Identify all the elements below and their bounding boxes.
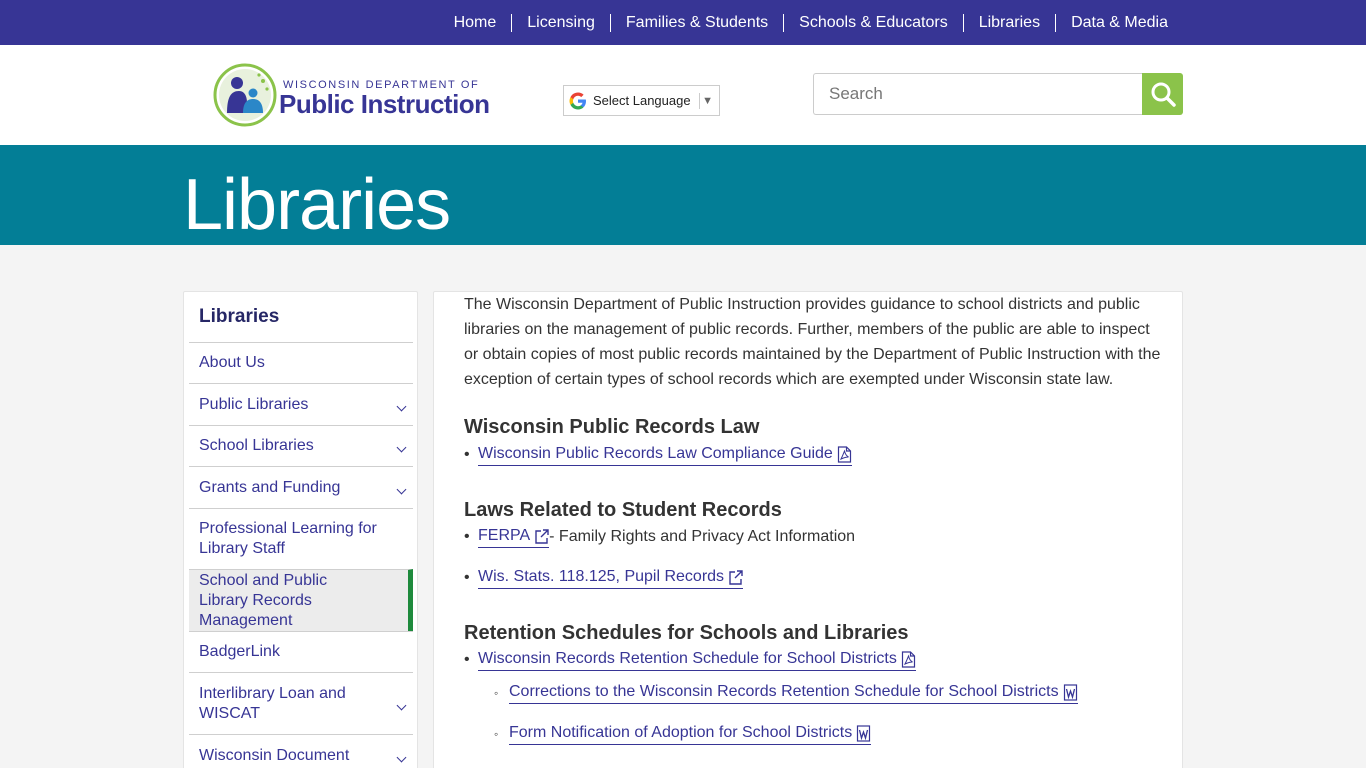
- link-text: Wisconsin Records Retention Schedule for…: [478, 650, 897, 667]
- sidebar-item-label: Professional Learning for Library Staff: [199, 520, 377, 557]
- nav-data-media[interactable]: Data & Media: [1056, 14, 1182, 32]
- sidebar-item-public-libraries[interactable]: Public Libraries: [189, 383, 413, 425]
- nav-home[interactable]: Home: [439, 13, 513, 32]
- list-item: • FERPA - Family Rights and Privacy Act …: [464, 526, 855, 548]
- search-input[interactable]: [813, 73, 1143, 115]
- section-heading-retention-schedules: Retention Schedules for Schools and Libr…: [464, 622, 909, 644]
- word-doc-icon: [857, 724, 871, 742]
- top-navigation-bar: Home Licensing Families & Students Schoo…: [0, 0, 1366, 45]
- external-link-icon: [535, 528, 549, 544]
- chevron-down-icon[interactable]: [396, 442, 407, 453]
- section-heading-student-records: Laws Related to Student Records: [464, 499, 782, 521]
- main-content: The Wisconsin Department of Public Instr…: [433, 291, 1183, 768]
- nav-families-students[interactable]: Families & Students: [611, 13, 785, 32]
- list-item: • Wisconsin Records Retention Schedule f…: [464, 649, 916, 671]
- sidebar-item-about-us[interactable]: About Us: [189, 342, 413, 383]
- sidebar-title[interactable]: Libraries: [199, 306, 279, 328]
- dpi-logo[interactable]: WISCONSIN DEPARTMENT OF Public Instructi…: [213, 63, 493, 127]
- sidebar-item-label: Public Libraries: [199, 395, 309, 413]
- sidebar-item-label: Interlibrary Loan and WISCAT: [199, 684, 346, 722]
- sidebar-item-grants-funding[interactable]: Grants and Funding: [189, 466, 413, 508]
- section-heading-public-records-law: Wisconsin Public Records Law: [464, 416, 760, 438]
- search-icon: [1151, 82, 1176, 107]
- pdf-icon: [837, 445, 851, 463]
- link-adoption-form[interactable]: Form Notification of Adoption for School…: [509, 723, 872, 745]
- link-pupil-records[interactable]: Wis. Stats. 118.125, Pupil Records: [478, 567, 744, 589]
- sidebar-item-label: School Libraries: [199, 437, 314, 454]
- sidebar-nav: Libraries About Us Public Libraries Scho…: [183, 291, 418, 768]
- dpi-emblem-icon: [213, 63, 277, 127]
- list-item: • Wisconsin Public Records Law Complianc…: [464, 444, 852, 466]
- list-item: • Wis. Stats. 118.125, Pupil Records: [464, 567, 744, 589]
- sub-bullet: ◦: [494, 686, 499, 700]
- google-icon: [569, 92, 586, 109]
- word-doc-icon: [1063, 683, 1077, 701]
- list-item: ◦ Corrections to the Wisconsin Records R…: [494, 682, 1078, 704]
- sidebar-item-school-libraries[interactable]: School Libraries: [189, 425, 413, 466]
- page-banner: Libraries: [0, 145, 1366, 245]
- page-title: Libraries: [183, 165, 451, 245]
- nav-licensing[interactable]: Licensing: [512, 13, 611, 32]
- logo-title: Public Instruction: [279, 89, 490, 119]
- language-separator: [698, 92, 700, 109]
- chevron-down-icon[interactable]: [396, 484, 407, 494]
- bullet: •: [464, 651, 470, 668]
- nav-libraries[interactable]: Libraries: [964, 13, 1057, 32]
- link-text: Corrections to the Wisconsin Records Ret…: [509, 683, 1059, 700]
- chevron-down-icon[interactable]: [396, 700, 407, 710]
- sub-bullet: ◦: [494, 727, 499, 741]
- nav-schools-educators[interactable]: Schools & Educators: [784, 13, 964, 32]
- chevron-down-icon[interactable]: [396, 401, 407, 411]
- sidebar-item-badgerlink[interactable]: BadgerLink: [189, 631, 413, 672]
- chevron-down-icon[interactable]: [396, 752, 407, 762]
- link-text: Wis. Stats. 118.125, Pupil Records: [478, 568, 725, 585]
- link-ferpa[interactable]: FERPA: [478, 526, 550, 548]
- sidebar-item-label: About Us: [199, 354, 265, 371]
- intro-paragraph: The Wisconsin Department of Public Instr…: [464, 296, 1161, 388]
- language-selector[interactable]: Select Language ▼: [563, 85, 720, 116]
- sidebar-item-records-management[interactable]: School and Public Library Records Manage…: [189, 569, 413, 631]
- link-compliance-guide[interactable]: Wisconsin Public Records Law Compliance …: [478, 444, 852, 466]
- link-text: FERPA: [478, 527, 531, 544]
- sidebar-item-interlibrary-loan[interactable]: Interlibrary Loan and WISCAT: [189, 672, 413, 734]
- bullet: •: [464, 569, 470, 586]
- top-nav: Home Licensing Families & Students Schoo…: [439, 0, 1182, 45]
- sidebar-item-label: Grants and Funding: [199, 478, 341, 496]
- site-header: WISCONSIN DEPARTMENT OF Public Instructi…: [0, 45, 1366, 145]
- sidebar-item-label: BadgerLink: [199, 643, 280, 660]
- bullet: •: [464, 446, 470, 463]
- sidebar-item-label: School and Public Library Records Manage…: [199, 571, 328, 629]
- search-form: [813, 73, 1183, 115]
- sidebar-item-wisconsin-document[interactable]: Wisconsin Document: [189, 734, 413, 768]
- sidebar-list: About Us Public Libraries School Librari…: [189, 342, 413, 768]
- search-button[interactable]: [1142, 73, 1183, 115]
- pdf-icon: [901, 650, 915, 668]
- sidebar-item-label: Wisconsin Document: [199, 746, 350, 764]
- link-text: Wisconsin Public Records Law Compliance …: [478, 445, 833, 462]
- ferpa-description: - Family Rights and Privacy Act Informat…: [549, 528, 856, 545]
- link-retention-schedule[interactable]: Wisconsin Records Retention Schedule for…: [478, 649, 916, 671]
- language-label: Select Language: [593, 93, 691, 108]
- external-link-icon: [729, 569, 743, 585]
- caret-down-icon: ▼: [702, 94, 713, 107]
- bullet: •: [464, 528, 470, 545]
- list-item: ◦ Form Notification of Adoption for Scho…: [494, 723, 872, 745]
- sidebar-item-professional-learning[interactable]: Professional Learning for Library Staff: [189, 508, 413, 569]
- link-text: Form Notification of Adoption for School…: [509, 724, 853, 741]
- link-retention-corrections[interactable]: Corrections to the Wisconsin Records Ret…: [509, 682, 1078, 704]
